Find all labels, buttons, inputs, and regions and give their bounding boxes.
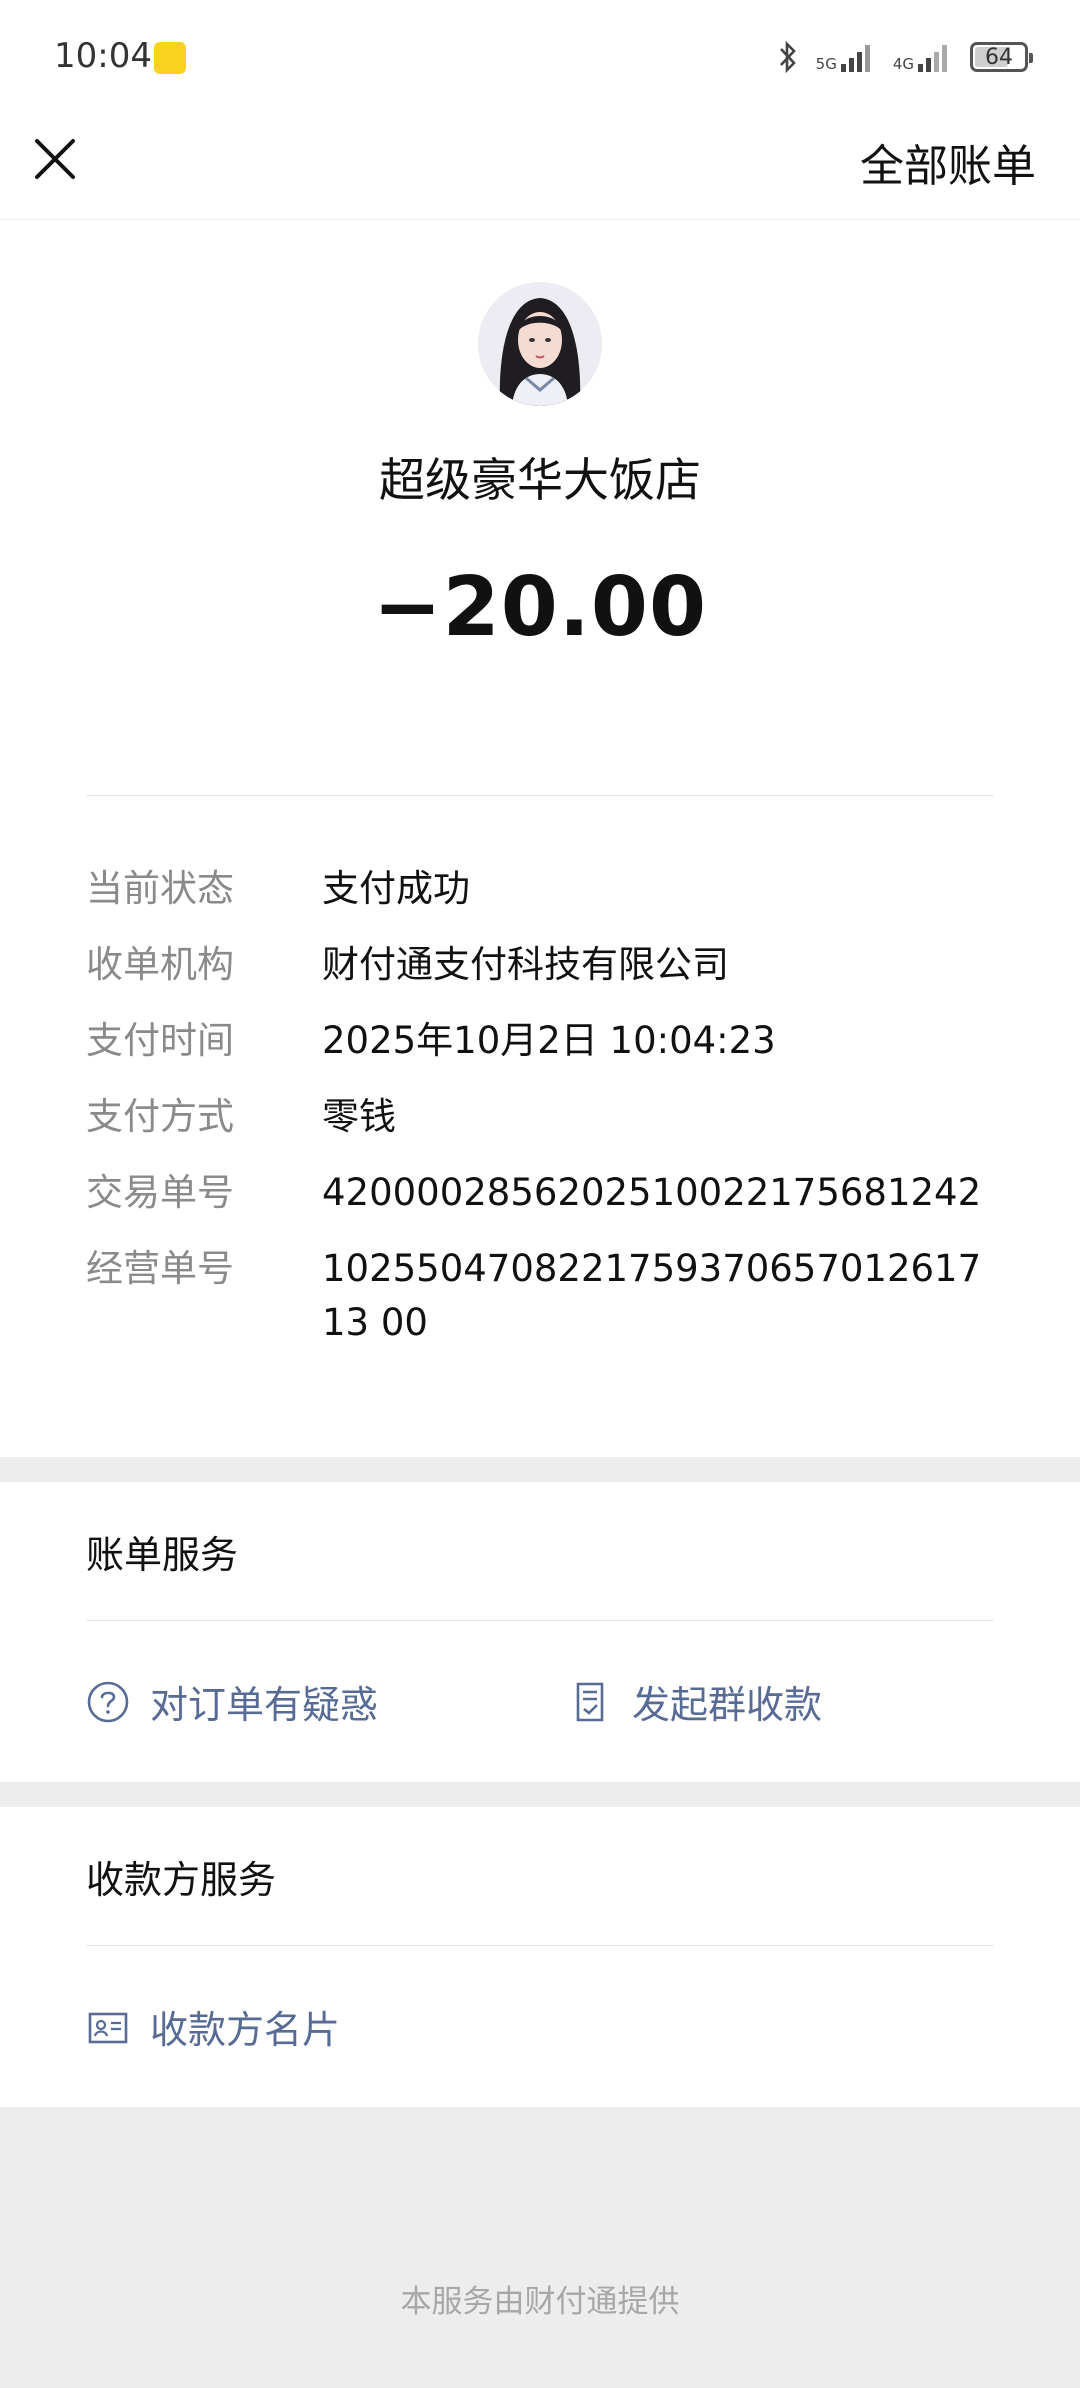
- nav-bar: 全部账单: [0, 118, 1080, 220]
- detail-row-method: 支付方式 零钱: [86, 1090, 1016, 1144]
- divider: [86, 795, 994, 796]
- divider: [86, 1620, 994, 1621]
- section-title: 账单服务: [86, 1533, 239, 1577]
- group-collect-link[interactable]: 发起群收款: [568, 1674, 822, 1729]
- merchant-name: 超级豪华大饭店: [379, 453, 701, 507]
- detail-row-status: 当前状态 支付成功: [86, 862, 1016, 916]
- status-time: 10:04: [54, 36, 152, 76]
- network-label-5g: 5G: [815, 55, 837, 73]
- detail-value: 支付成功: [322, 867, 470, 910]
- detail-row-acquirer: 收单机构 财付通支付科技有限公司: [86, 938, 1016, 992]
- section-title: 收款方服务: [86, 1858, 277, 1902]
- page: { "status_bar": { "time": "10:04", "netw…: [0, 0, 1080, 2388]
- battery-level: 64: [985, 44, 1013, 70]
- group-collect-label: 发起群收款: [632, 1683, 823, 1727]
- order-question-label: 对订单有疑惑: [150, 1683, 379, 1727]
- detail-row-merchant-order-id: 经营单号 102550470822175937065701261713 00: [86, 1242, 1016, 1350]
- bluetooth-icon: [778, 40, 798, 74]
- payee-card-link[interactable]: 收款方名片: [86, 1999, 340, 2054]
- receipt-icon: [568, 1680, 612, 1724]
- signal-icon: [840, 42, 875, 72]
- payee-card-label: 收款方名片: [150, 2008, 341, 2052]
- app-notification-icon: [154, 42, 186, 74]
- detail-label: 支付时间: [86, 1019, 234, 1062]
- detail-label: 交易单号: [86, 1171, 234, 1214]
- detail-label: 收单机构: [86, 943, 234, 986]
- all-bills-button[interactable]: 全部账单: [860, 130, 1036, 194]
- detail-value: 零钱: [322, 1095, 396, 1138]
- battery-icon: 64: [970, 42, 1033, 72]
- status-bar: 10:04 5G 4G 64: [0, 0, 1080, 118]
- payee-service-section: 收款方服务 收款方名片: [0, 1807, 1080, 2107]
- status-icons: 5G 4G 64: [778, 36, 1033, 78]
- network-label-4g: 4G: [892, 55, 914, 73]
- close-icon[interactable]: [30, 134, 80, 184]
- detail-row-time: 支付时间 2025年10月2日 10:04:23: [86, 1014, 1016, 1068]
- transaction-card: 超级豪华大饭店 −20.00 当前状态 支付成功 收单机构 财付通支付科技有限公…: [0, 220, 1080, 1457]
- business-card-icon: [86, 2005, 130, 2049]
- detail-label: 经营单号: [86, 1247, 234, 1290]
- signal-icon: [918, 42, 952, 72]
- bill-service-section: 账单服务 对订单有疑惑 发起群收款: [0, 1482, 1080, 1782]
- transaction-amount: −20.00: [372, 560, 708, 655]
- detail-value: 财付通支付科技有限公司: [322, 943, 729, 986]
- detail-row-transaction-id: 交易单号 4200002856202510022175681242: [86, 1166, 1016, 1220]
- question-icon: [86, 1680, 130, 1724]
- detail-value: 2025年10月2日 10:04:23: [322, 1019, 776, 1062]
- detail-label: 支付方式: [86, 1095, 234, 1138]
- signal-5g: 5G: [816, 42, 875, 72]
- detail-value[interactable]: 102550470822175937065701261713 00: [322, 1242, 996, 1350]
- detail-value[interactable]: 4200002856202510022175681242: [322, 1166, 1016, 1220]
- footer-provider-note: 本服务由财付通提供: [400, 2284, 680, 2320]
- detail-label: 当前状态: [86, 867, 234, 910]
- order-question-link[interactable]: 对订单有疑惑: [86, 1674, 378, 1729]
- merchant-avatar: [478, 282, 602, 406]
- signal-4g: 4G: [893, 42, 952, 72]
- divider: [86, 1945, 994, 1946]
